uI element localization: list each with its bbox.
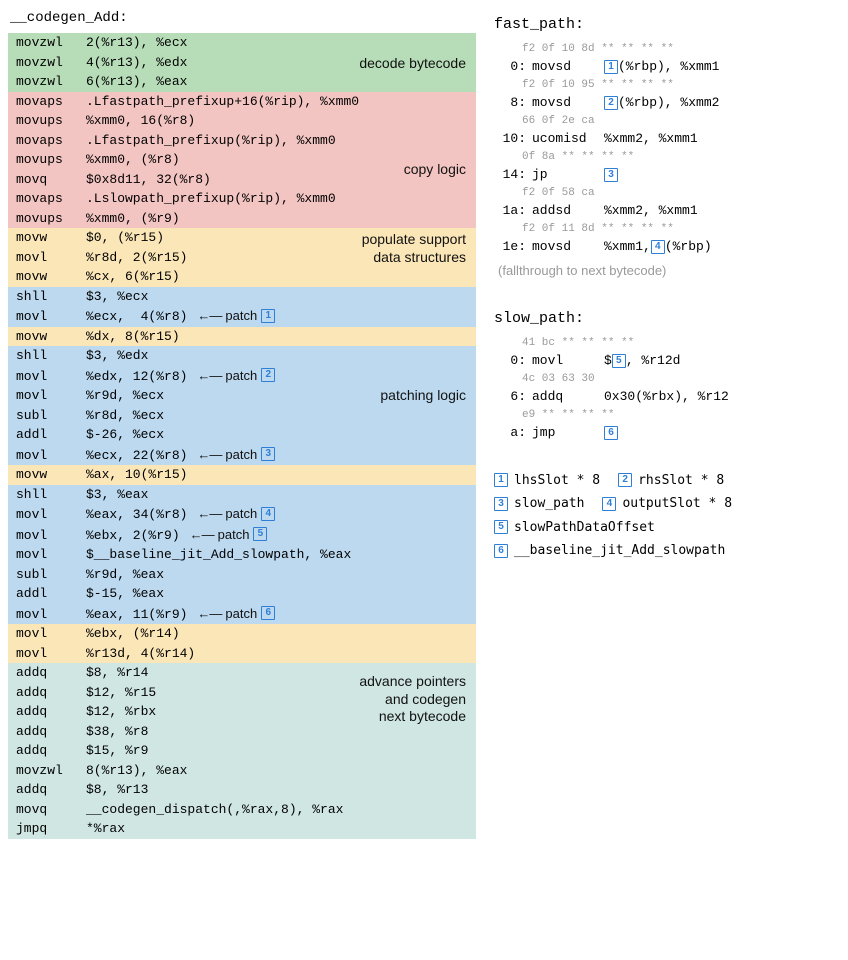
asm-row: movl%r13d, 4(%r14) — [8, 644, 476, 664]
section-label-green: decode bytecode — [359, 55, 466, 73]
asm-row: addl$-26, %ecx — [8, 425, 476, 445]
asm-row: movzwl2(%r13), %ecx — [8, 33, 476, 53]
hex-bytes: f2 0f 11 8d ** ** ** ** — [494, 221, 834, 238]
asm-row: addq$8, %r13 — [8, 780, 476, 800]
asm-row: 0:movsd1(%rbp), %xmm1 — [494, 57, 834, 77]
asm-row: 1e:movsd%xmm1,4(%rbp) — [494, 237, 834, 257]
section-label-blue: patching logic — [380, 387, 466, 405]
slow-path-listing: 41 bc ** ** ** **0:movl$5, %r12d4c 03 63… — [494, 335, 834, 443]
placeholder-box: 4 — [651, 240, 665, 254]
asm-row: 0:movl$5, %r12d — [494, 351, 834, 371]
asm-row: movaps.Lslowpath_prefixup(%rip), %xmm0 — [8, 189, 476, 209]
asm-row: movups%xmm0, 16(%r8) — [8, 111, 476, 131]
asm-row: movl%ebx, (%r14) — [8, 624, 476, 644]
asm-row: movaps.Lfastpath_prefixup+16(%rip), %xmm… — [8, 92, 476, 112]
asm-row: movl%eax, 34(%r8)←—patch4 — [8, 504, 476, 525]
asm-row: 1a:addsd%xmm2, %xmm1 — [494, 201, 834, 221]
legend: 1lhsSlot * 8 2rhsSlot * 8 3slow_path 4outpu… — [494, 471, 834, 561]
legend-item: 5slowPathDataOffset — [494, 518, 655, 538]
legend-item: 1lhsSlot * 8 — [494, 471, 600, 491]
asm-row: movw%dx, 8(%r15) — [8, 327, 476, 347]
placeholder-box: 2 — [604, 96, 618, 110]
asm-row: movl%ecx, 22(%r8)←—patch3 — [8, 445, 476, 466]
patch-number-box: 6 — [261, 606, 275, 620]
asm-row: 6:addq0x30(%rbx), %r12 — [494, 387, 834, 407]
patch-annotation: ←—patch6 — [197, 604, 275, 624]
patch-annotation: ←—patch1 — [197, 306, 275, 326]
legend-item: 3slow_path — [494, 494, 584, 514]
hex-bytes: 0f 8a ** ** ** ** — [494, 149, 834, 166]
legend-item: 2rhsSlot * 8 — [618, 471, 724, 491]
asm-row: movzwl8(%r13), %eax — [8, 761, 476, 781]
patch-number-box: 2 — [261, 368, 275, 382]
asm-row: 10:ucomisd%xmm2, %xmm1 — [494, 129, 834, 149]
patch-annotation: ←—patch4 — [197, 504, 275, 524]
hex-bytes: f2 0f 10 8d ** ** ** ** — [494, 41, 834, 58]
section-label-teal: advance pointersand codegennext bytecode — [359, 673, 466, 726]
asm-row: addq$15, %r9 — [8, 741, 476, 761]
patch-number-box: 4 — [261, 507, 275, 521]
hex-bytes: 4c 03 63 30 — [494, 371, 834, 388]
legend-item: 4outputSlot * 8 — [602, 494, 732, 514]
patch-number-box: 5 — [253, 527, 267, 541]
hex-bytes: 66 0f 2e ca — [494, 113, 834, 130]
patch-annotation: ←—patch3 — [197, 445, 275, 465]
asm-row: shll$3, %eax — [8, 485, 476, 505]
fast-path-title: fast_path: — [494, 14, 834, 37]
asm-row: movl$__baseline_jit_Add_slowpath, %eax — [8, 545, 476, 565]
asm-row: movaps.Lfastpath_prefixup(%rip), %xmm0 — [8, 131, 476, 151]
asm-row: movups%xmm0, (%r9) — [8, 209, 476, 229]
hex-bytes: e9 ** ** ** ** — [494, 407, 834, 424]
asm-row: movw%ax, 10(%r15) — [8, 465, 476, 485]
fallthrough-note: (fallthrough to next bytecode) — [494, 261, 834, 281]
placeholder-box: 1 — [604, 60, 618, 74]
asm-row: shll$3, %ecx — [8, 287, 476, 307]
patch-annotation: ←—patch2 — [197, 366, 275, 386]
asm-row: movzwl6(%r13), %eax — [8, 72, 476, 92]
slow-path-title: slow_path: — [494, 308, 834, 331]
placeholder-box: 3 — [604, 168, 618, 182]
asm-row: 14:jp3 — [494, 165, 834, 185]
hex-bytes: f2 0f 10 95 ** ** ** ** — [494, 77, 834, 94]
asm-row: addl$-15, %eax — [8, 584, 476, 604]
asm-row: movw%cx, 6(%r15) — [8, 267, 476, 287]
hex-bytes: f2 0f 58 ca — [494, 185, 834, 202]
asm-row: movl%ebx, 2(%r9)←—patch5 — [8, 525, 476, 546]
asm-row: 8:movsd2(%rbp), %xmm2 — [494, 93, 834, 113]
codegen-listing: movzwl2(%r13), %ecxmovzwl4(%r13), %edxmo… — [8, 33, 476, 839]
asm-row: subl%r9d, %eax — [8, 565, 476, 585]
placeholder-box: 6 — [604, 426, 618, 440]
asm-row: jmpq*%rax — [8, 819, 476, 839]
patch-annotation: ←—patch5 — [190, 525, 268, 545]
patch-number-box: 3 — [261, 447, 275, 461]
asm-row: movl%ecx, 4(%r8)←—patch1 — [8, 306, 476, 327]
codegen-function-title: __codegen_Add: — [8, 8, 476, 29]
section-label-yellow: populate supportdata structures — [362, 231, 466, 266]
section-label-red: copy logic — [404, 161, 466, 179]
hex-bytes: 41 bc ** ** ** ** — [494, 335, 834, 352]
asm-row: movl%edx, 12(%r8)←—patch2 — [8, 366, 476, 387]
placeholder-box: 5 — [612, 354, 626, 368]
fast-path-listing: f2 0f 10 8d ** ** ** **0:movsd1(%rbp), %… — [494, 41, 834, 257]
asm-row: subl%r8d, %ecx — [8, 406, 476, 426]
asm-row: shll$3, %edx — [8, 346, 476, 366]
asm-row: a:jmp6 — [494, 423, 834, 443]
patch-number-box: 1 — [261, 309, 275, 323]
asm-row: movl%eax, 11(%r9)←—patch6 — [8, 604, 476, 625]
asm-row: movq__codegen_dispatch(,%rax,8), %rax — [8, 800, 476, 820]
legend-item: 6__baseline_jit_Add_slowpath — [494, 541, 725, 561]
